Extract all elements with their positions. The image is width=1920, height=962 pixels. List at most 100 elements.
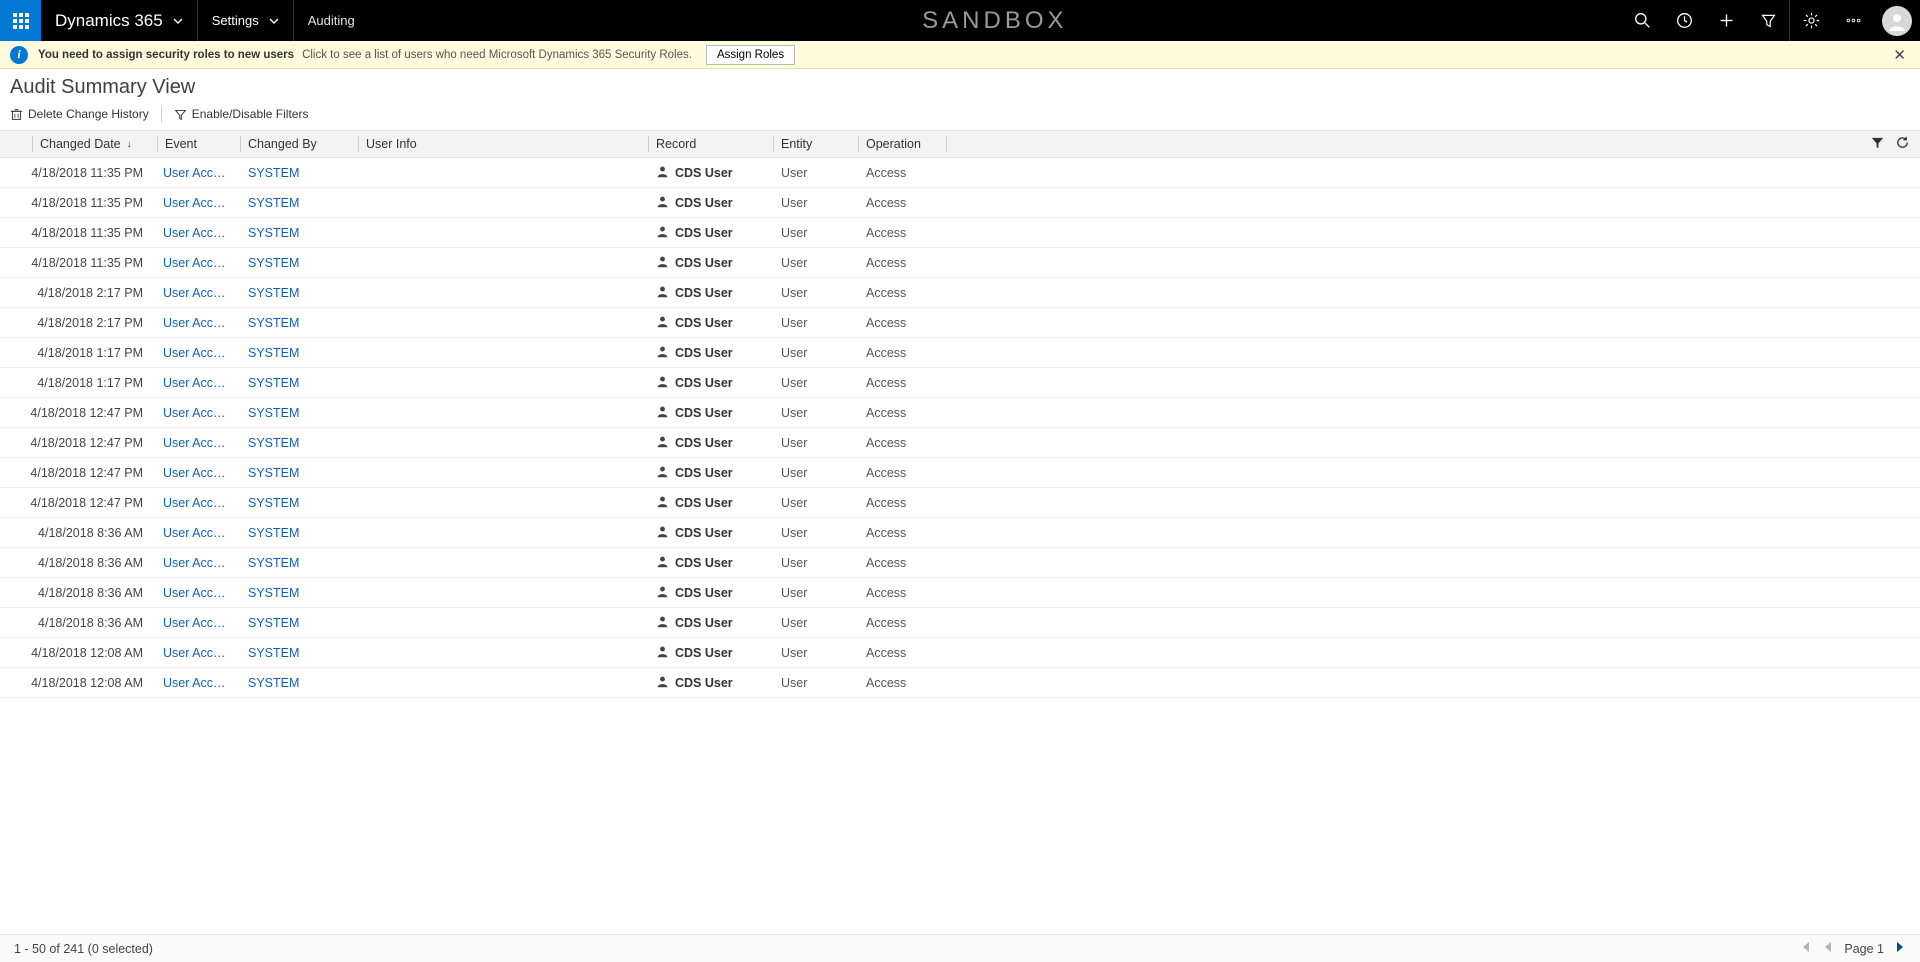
table-row[interactable]: 4/18/2018 11:35 PMUser Access v...SYSTEM… (0, 158, 1920, 188)
cell-changed-by-link[interactable]: SYSTEM (240, 676, 358, 690)
nav-area-dropdown[interactable]: Settings (198, 0, 294, 41)
cell-event-link[interactable]: User Access v... (155, 526, 240, 540)
cell-event-link[interactable]: User Access v... (155, 676, 240, 690)
notification-close-button[interactable]: ✕ (1889, 46, 1910, 64)
cell-event-link[interactable]: User Access v... (155, 286, 240, 300)
cell-changed-by-link[interactable]: SYSTEM (240, 646, 358, 660)
search-button[interactable] (1621, 0, 1663, 41)
delete-change-history-button[interactable]: Delete Change History (6, 105, 153, 123)
cell-changed-by-link[interactable]: SYSTEM (240, 436, 358, 450)
table-row[interactable]: 4/18/2018 8:36 AMUser Access v...SYSTEMC… (0, 518, 1920, 548)
cell-changed-by-link[interactable]: SYSTEM (240, 376, 358, 390)
cell-event-link[interactable]: User Access v... (155, 346, 240, 360)
cell-event-link[interactable]: User Access v... (155, 406, 240, 420)
cell-changed-by-link[interactable]: SYSTEM (240, 286, 358, 300)
user-avatar[interactable] (1882, 6, 1912, 36)
cell-changed-by-link[interactable]: SYSTEM (240, 346, 358, 360)
cell-event-link[interactable]: User Access v... (155, 196, 240, 210)
adv-find-button[interactable] (1747, 0, 1789, 41)
cell-event-link[interactable]: User Access v... (155, 376, 240, 390)
column-user-info[interactable]: User Info (358, 131, 648, 157)
table-row[interactable]: 4/18/2018 12:08 AMUser Access v...SYSTEM… (0, 668, 1920, 698)
table-row[interactable]: 4/18/2018 1:17 PMUser Access v...SYSTEMC… (0, 368, 1920, 398)
cell-record[interactable]: CDS User (648, 615, 773, 631)
cell-event-link[interactable]: User Access v... (155, 496, 240, 510)
cell-event-link[interactable]: User Access v... (155, 436, 240, 450)
table-row[interactable]: 4/18/2018 2:17 PMUser Access v...SYSTEMC… (0, 308, 1920, 338)
cell-record[interactable]: CDS User (648, 585, 773, 601)
cell-event-link[interactable]: User Access v... (155, 226, 240, 240)
table-row[interactable]: 4/18/2018 8:36 AMUser Access v...SYSTEMC… (0, 548, 1920, 578)
grid-refresh-button[interactable] (1895, 135, 1910, 153)
cell-event-link[interactable]: User Access v... (155, 256, 240, 270)
cell-record[interactable]: CDS User (648, 645, 773, 661)
more-button[interactable] (1832, 0, 1874, 41)
table-row[interactable]: 4/18/2018 12:47 PMUser Access v...SYSTEM… (0, 458, 1920, 488)
column-changed-by[interactable]: Changed By (240, 131, 358, 157)
cell-record[interactable]: CDS User (648, 465, 773, 481)
assign-roles-button[interactable]: Assign Roles (706, 45, 795, 65)
table-row[interactable]: 4/18/2018 11:35 PMUser Access v...SYSTEM… (0, 248, 1920, 278)
new-button[interactable] (1705, 0, 1747, 41)
cell-changed-by-link[interactable]: SYSTEM (240, 196, 358, 210)
cell-changed-by-link[interactable]: SYSTEM (240, 526, 358, 540)
nav-breadcrumb[interactable]: Auditing (294, 0, 369, 41)
cell-changed-by-link[interactable]: SYSTEM (240, 586, 358, 600)
column-select-all[interactable] (0, 131, 32, 157)
pager-prev-button[interactable] (1822, 940, 1834, 957)
table-row[interactable]: 4/18/2018 12:47 PMUser Access v...SYSTEM… (0, 428, 1920, 458)
column-event[interactable]: Event (157, 131, 240, 157)
cell-record[interactable]: CDS User (648, 345, 773, 361)
cell-record[interactable]: CDS User (648, 555, 773, 571)
cell-record[interactable]: CDS User (648, 405, 773, 421)
table-row[interactable]: 4/18/2018 2:17 PMUser Access v...SYSTEMC… (0, 278, 1920, 308)
pager-first-button[interactable] (1798, 940, 1812, 957)
table-row[interactable]: 4/18/2018 8:36 AMUser Access v...SYSTEMC… (0, 578, 1920, 608)
cell-changed-by-link[interactable]: SYSTEM (240, 406, 358, 420)
cell-record[interactable]: CDS User (648, 525, 773, 541)
cell-changed-by-link[interactable]: SYSTEM (240, 616, 358, 630)
nav-brand-dropdown[interactable]: Dynamics 365 (41, 0, 198, 41)
cell-record[interactable]: CDS User (648, 495, 773, 511)
cell-event-link[interactable]: User Access v... (155, 316, 240, 330)
cell-event-link[interactable]: User Access v... (155, 586, 240, 600)
cell-record[interactable]: CDS User (648, 165, 773, 181)
cell-event-link[interactable]: User Access v... (155, 466, 240, 480)
enable-disable-filters-button[interactable]: Enable/Disable Filters (170, 105, 313, 123)
cell-record[interactable]: CDS User (648, 225, 773, 241)
table-row[interactable]: 4/18/2018 8:36 AMUser Access v...SYSTEMC… (0, 608, 1920, 638)
settings-button[interactable] (1790, 0, 1832, 41)
cell-changed-by-link[interactable]: SYSTEM (240, 496, 358, 510)
cell-changed-by-link[interactable]: SYSTEM (240, 256, 358, 270)
cell-event-link[interactable]: User Access v... (155, 646, 240, 660)
grid-body[interactable]: 4/18/2018 11:35 PMUser Access v...SYSTEM… (0, 158, 1920, 934)
cell-changed-by-link[interactable]: SYSTEM (240, 166, 358, 180)
table-row[interactable]: 4/18/2018 12:47 PMUser Access v...SYSTEM… (0, 398, 1920, 428)
table-row[interactable]: 4/18/2018 1:17 PMUser Access v...SYSTEMC… (0, 338, 1920, 368)
cell-record[interactable]: CDS User (648, 675, 773, 691)
cell-record[interactable]: CDS User (648, 435, 773, 451)
app-launcher-button[interactable] (0, 0, 41, 41)
cell-record[interactable]: CDS User (648, 195, 773, 211)
cell-event-link[interactable]: User Access v... (155, 166, 240, 180)
cell-changed-by-link[interactable]: SYSTEM (240, 556, 358, 570)
cell-changed-by-link[interactable]: SYSTEM (240, 226, 358, 240)
cell-record[interactable]: CDS User (648, 285, 773, 301)
column-operation[interactable]: Operation (858, 131, 946, 157)
table-row[interactable]: 4/18/2018 11:35 PMUser Access v...SYSTEM… (0, 218, 1920, 248)
recent-button[interactable] (1663, 0, 1705, 41)
grid-filter-button[interactable] (1870, 135, 1885, 153)
cell-record[interactable]: CDS User (648, 255, 773, 271)
cell-changed-by-link[interactable]: SYSTEM (240, 316, 358, 330)
pager-next-button[interactable] (1894, 940, 1906, 957)
table-row[interactable]: 4/18/2018 11:35 PMUser Access v...SYSTEM… (0, 188, 1920, 218)
column-record[interactable]: Record (648, 131, 773, 157)
table-row[interactable]: 4/18/2018 12:47 PMUser Access v...SYSTEM… (0, 488, 1920, 518)
cell-record[interactable]: CDS User (648, 315, 773, 331)
cell-changed-by-link[interactable]: SYSTEM (240, 466, 358, 480)
column-changed-date[interactable]: Changed Date ↓ (32, 131, 157, 157)
cell-record[interactable]: CDS User (648, 375, 773, 391)
table-row[interactable]: 4/18/2018 12:08 AMUser Access v...SYSTEM… (0, 638, 1920, 668)
cell-event-link[interactable]: User Access v... (155, 556, 240, 570)
cell-event-link[interactable]: User Access v... (155, 616, 240, 630)
